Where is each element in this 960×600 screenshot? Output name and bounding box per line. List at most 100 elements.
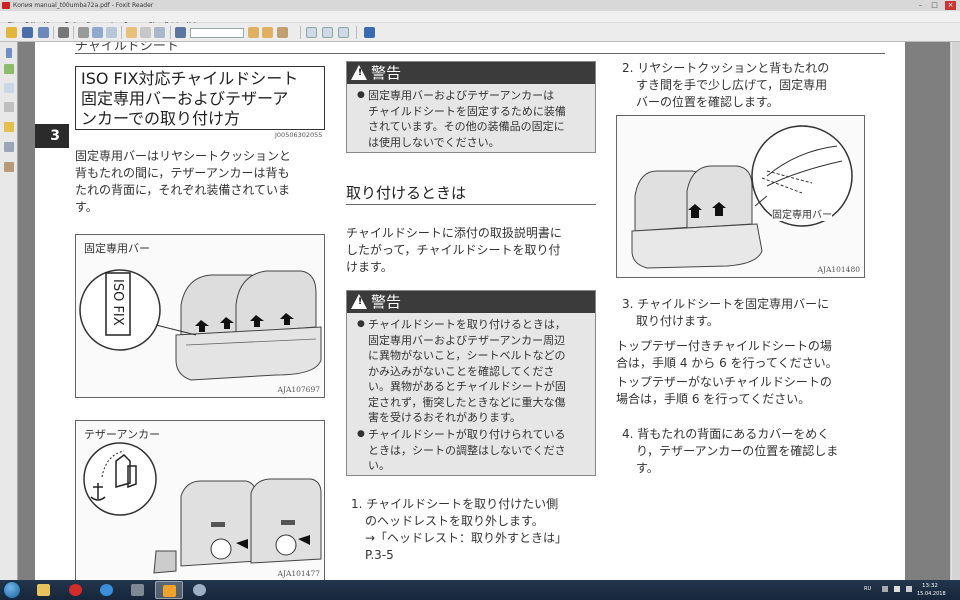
network-icon[interactable] bbox=[906, 586, 912, 592]
copy-icon[interactable] bbox=[92, 27, 103, 38]
taskbar-ie[interactable] bbox=[93, 581, 121, 599]
text-line: 害を受けるおそれがあります。 bbox=[368, 411, 521, 424]
figure-code: AJA101480 bbox=[817, 265, 860, 274]
maximize-icon[interactable]: □ bbox=[929, 1, 940, 10]
connected-pdf-icon[interactable] bbox=[364, 27, 375, 38]
text-line: 場合は，手順 6 を行ってください。 bbox=[616, 392, 811, 406]
taskbar-explorer[interactable] bbox=[30, 581, 58, 599]
opera-icon bbox=[69, 584, 82, 596]
language-indicator[interactable]: RU bbox=[864, 586, 871, 592]
system-tray: RU 13:32 15.04.2018 bbox=[862, 580, 960, 600]
properties-icon[interactable] bbox=[78, 27, 89, 38]
document-viewport[interactable]: チャイルドシート 3 ISO FIX対応チャイルドシート 固定専用バーおよびテザ… bbox=[18, 42, 950, 580]
signatures-icon[interactable] bbox=[4, 162, 14, 172]
scrollbar-thumb[interactable] bbox=[952, 42, 960, 580]
hand-tool-icon[interactable] bbox=[126, 27, 137, 38]
note-top-tether: トップテザー付きチャイルドシートの場 合は，手順 4 から 6 を行ってください… bbox=[616, 338, 838, 372]
taskbar-app[interactable] bbox=[186, 581, 214, 599]
snapshot-icon[interactable] bbox=[154, 27, 165, 38]
warning-header: ! 警告 bbox=[347, 291, 595, 313]
taskbar-app[interactable] bbox=[124, 581, 152, 599]
taskbar-opera[interactable] bbox=[62, 581, 90, 599]
media-icon bbox=[131, 584, 144, 596]
text-line: す。 bbox=[75, 200, 98, 214]
foxit-icon bbox=[163, 585, 176, 597]
minimize-icon[interactable]: – bbox=[915, 1, 926, 10]
text-line: す。 bbox=[636, 461, 659, 475]
fit-visible-icon[interactable] bbox=[338, 27, 349, 38]
text-line: 1. チャイルドシートを取り付けたい側 bbox=[351, 497, 559, 511]
open-folder-icon[interactable] bbox=[6, 27, 17, 38]
section-tab: 3 bbox=[35, 124, 69, 148]
figure-tether-anchor: テザーアンカー AJA101477 bbox=[75, 420, 325, 580]
tray-arrow-icon[interactable] bbox=[882, 586, 888, 592]
warning-header: ! 警告 bbox=[347, 62, 595, 84]
fit-width-icon[interactable] bbox=[322, 27, 333, 38]
clock-time[interactable]: 13:32 bbox=[922, 583, 938, 589]
rear-seat-illustration: ISO FIX bbox=[79, 269, 322, 381]
attachments-icon[interactable] bbox=[4, 142, 14, 152]
text-line: チャイルドシートに添付の取扱説明書に bbox=[346, 226, 562, 240]
note-no-tether: トップテザーがないチャイルドシートの 場合は，手順 6 を行ってください。 bbox=[616, 374, 832, 408]
collapse-arrow-icon[interactable] bbox=[6, 48, 12, 58]
fit-page-icon[interactable] bbox=[306, 27, 317, 38]
pdf-page: チャイルドシート 3 ISO FIX対応チャイルドシート 固定専用バーおよびテザ… bbox=[35, 42, 905, 580]
taskbar: RU 13:32 15.04.2018 bbox=[0, 580, 960, 600]
text-line: 合は，手順 4 から 6 を行ってください。 bbox=[616, 356, 838, 370]
text-line: チャイルドシートを取り付けるときは， bbox=[368, 318, 566, 331]
close-icon[interactable]: × bbox=[945, 1, 956, 10]
save-icon[interactable] bbox=[22, 27, 33, 38]
paste-icon[interactable] bbox=[106, 27, 117, 38]
warning-text: 固定専用バーおよびテザーアンカーは チャイルドシートを固定するために装備 されて… bbox=[357, 88, 566, 150]
text-line: 背もたれの間に，テザーアンカーは背も bbox=[75, 166, 290, 180]
find-prev-icon[interactable] bbox=[248, 27, 259, 38]
intro-text: 固定専用バーはリヤシートクッションと 背もたれの間に，テザーアンカーは背も たれ… bbox=[75, 148, 291, 216]
select-text-icon[interactable] bbox=[140, 27, 151, 38]
header-rule bbox=[75, 53, 885, 54]
save-all-icon[interactable] bbox=[38, 27, 49, 38]
text-line: 3. チャイルドシートを固定専用バーに bbox=[622, 297, 830, 311]
foxit-app-icon bbox=[2, 2, 10, 9]
print-icon[interactable] bbox=[58, 27, 69, 38]
seat-gap-illustration bbox=[631, 125, 853, 269]
windows-start-icon[interactable] bbox=[3, 581, 21, 599]
text-line: トップテザーがないチャイルドシートの bbox=[616, 375, 832, 389]
search-input[interactable] bbox=[190, 28, 244, 38]
figure-code: AJA101477 bbox=[277, 569, 320, 578]
step-3: 3. チャイルドシートを固定専用バーに 取り付けます。 bbox=[622, 296, 829, 330]
layers-icon[interactable] bbox=[4, 102, 14, 112]
text-line: されています。その他の装備品の固定に bbox=[368, 120, 565, 133]
page-reference: P.3-5 bbox=[365, 548, 394, 562]
step-1: 1. チャイルドシートを取り付けたい側 のヘッドレストを取り外します。 →「ヘッ… bbox=[351, 496, 567, 564]
warning-text: チャイルドシートが取り付けられている ときは，シートの調整はしないでくださ い。 bbox=[357, 427, 566, 474]
comments-icon[interactable] bbox=[4, 122, 14, 132]
find-next-icon[interactable] bbox=[262, 27, 273, 38]
install-intro: チャイルドシートに添付の取扱説明書に したがって，チャイルドシートを取り付 けま… bbox=[346, 225, 562, 276]
vertical-scrollbar[interactable] bbox=[950, 42, 960, 580]
text-line: ときは，シートの調整はしないでくださ bbox=[368, 443, 566, 457]
cross-reference-link[interactable]: →「ヘッドレスト：取り外すときは」 bbox=[351, 530, 567, 547]
toolbar bbox=[0, 23, 960, 42]
text-line: チャイルドシートを固定するために装備 bbox=[368, 104, 566, 118]
title-line: ンカーでの取り付け方 bbox=[81, 109, 241, 128]
warning-title: 警告 bbox=[371, 293, 402, 311]
volume-icon[interactable] bbox=[894, 586, 900, 592]
warning-triangle-icon: ! bbox=[351, 65, 367, 80]
section-title: ISO FIX対応チャイルドシート 固定専用バーおよびテザーア ンカーでの取り付… bbox=[75, 66, 325, 129]
title-line: 固定専用バーおよびテザーア bbox=[81, 89, 289, 108]
text-line: かみ込みがないことを確認してくださ bbox=[368, 364, 555, 378]
clock-date[interactable]: 15.04.2018 bbox=[917, 591, 946, 597]
text-line: 固定専用バーはリヤシートクッションと bbox=[75, 149, 292, 163]
pages-icon[interactable] bbox=[4, 83, 14, 93]
bookmarks-icon[interactable] bbox=[4, 64, 14, 74]
isofix-tag: ISO FIX bbox=[110, 279, 125, 326]
find-icon[interactable] bbox=[175, 27, 186, 38]
callout-label: 固定専用バー bbox=[772, 206, 832, 221]
highlight-icon[interactable] bbox=[277, 27, 288, 38]
warning-box: ! 警告 チャイルドシートを取り付けるときは， 固定専用バーおよびテザーアンカー周… bbox=[346, 290, 596, 476]
text-line: 2. リヤシートクッションと背もたれの bbox=[622, 61, 830, 75]
menu-bar: FileEditViewToolsCommentsFormsSharePoint… bbox=[0, 11, 960, 28]
warning-title: 警告 bbox=[371, 64, 402, 82]
window-title-bar: Копия manual_t00umba72a.pdf - Foxit Read… bbox=[0, 0, 960, 11]
taskbar-foxit-reader[interactable] bbox=[155, 581, 183, 599]
